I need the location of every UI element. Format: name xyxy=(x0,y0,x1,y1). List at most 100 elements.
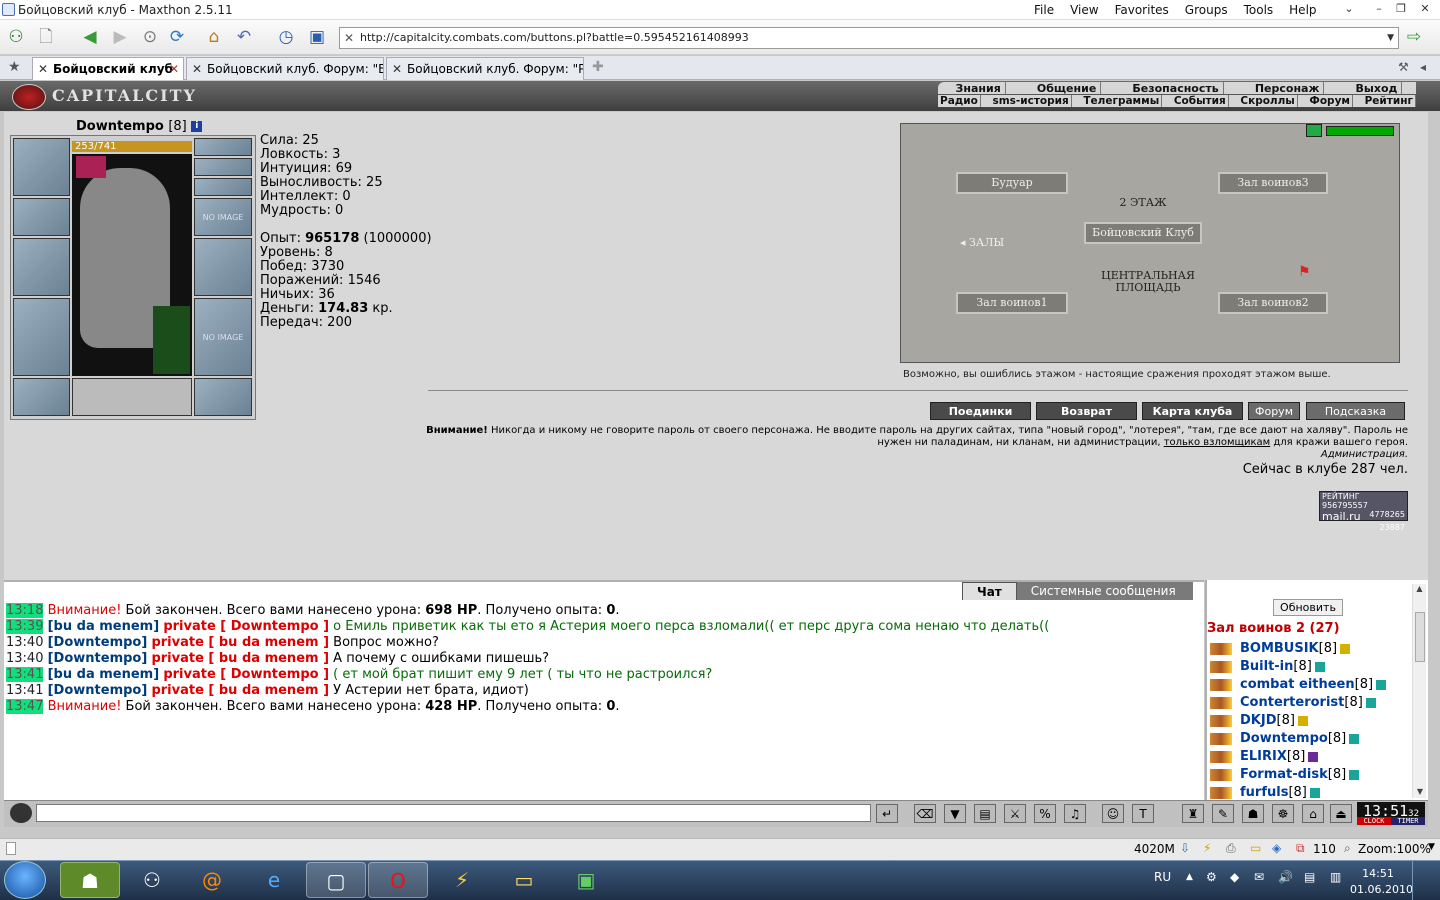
user-list-item[interactable]: ELIRIX[8] xyxy=(1210,748,1386,766)
gloves-slot[interactable]: NO IMAGE xyxy=(194,198,252,236)
address-bar[interactable]: ✕ http://capitalcity.combats.com/buttons… xyxy=(339,27,1399,49)
user-info-icon[interactable] xyxy=(1365,697,1376,708)
tray-expand-icon[interactable]: ▲ xyxy=(1186,872,1193,882)
room-boycovskiy-klub[interactable]: Бойцовский Клуб xyxy=(1084,222,1202,244)
chat-nick[interactable]: [bu da menem] xyxy=(48,619,160,634)
rune-icon[interactable] xyxy=(76,156,106,178)
private-message-icon[interactable] xyxy=(1210,750,1232,763)
menu-view[interactable]: View xyxy=(1070,3,1098,17)
user-list-item[interactable]: Downtempo[8] xyxy=(1210,730,1386,748)
vozvrat-button[interactable]: Возврат xyxy=(1036,402,1137,420)
nav-forum[interactable]: Форум xyxy=(1307,95,1353,107)
exit-icon[interactable]: ⏏ xyxy=(1330,804,1352,823)
private-message-icon[interactable] xyxy=(1210,732,1232,745)
filter-icon[interactable]: ▼ xyxy=(944,804,966,823)
send-icon[interactable]: ↵ xyxy=(876,804,898,823)
chat-timestamp[interactable]: 13:40 xyxy=(6,651,43,666)
proxy-icon[interactable]: ◈ xyxy=(1272,841,1281,855)
tray-shield-icon[interactable]: ◆ xyxy=(1230,870,1239,884)
bottle-icon[interactable]: ♜ xyxy=(1182,804,1204,823)
popup-blocker-icon[interactable]: ⧉ xyxy=(1296,841,1305,856)
nav-znaniya[interactable]: Знания xyxy=(952,82,1006,95)
user-list-item[interactable]: combat eitheen[8] xyxy=(1210,676,1387,694)
tab-system-messages[interactable]: Системные сообщения xyxy=(1016,582,1193,600)
room-central-square[interactable]: ЦЕНТРАЛЬНАЯ ПЛОЩАДЬ xyxy=(1092,270,1204,294)
chat-input[interactable] xyxy=(36,804,871,822)
chat-private-tag[interactable]: private [ Downtempo ] xyxy=(163,667,329,682)
user-info-icon[interactable] xyxy=(1349,733,1360,744)
private-message-icon[interactable] xyxy=(1210,642,1232,655)
nav-vyhod[interactable]: Выход xyxy=(1352,82,1403,95)
karta-kluba-button[interactable]: Карта клуба xyxy=(1142,402,1243,420)
user-info-icon[interactable] xyxy=(1308,751,1319,762)
star-icon[interactable]: ★ xyxy=(8,59,21,75)
user-info-icon[interactable] xyxy=(1376,679,1387,690)
nav-personazh[interactable]: Персонаж xyxy=(1251,82,1325,95)
home-icon[interactable]: ⌂ xyxy=(202,26,226,48)
translit-icon[interactable]: T xyxy=(1132,804,1154,823)
user-list-item[interactable]: BOMBUSIK[8] xyxy=(1210,640,1386,658)
user-list-item[interactable]: Built-in[8] xyxy=(1210,658,1386,676)
folder-icon[interactable]: ▭ xyxy=(1250,841,1261,855)
smile-icon[interactable]: ☺ xyxy=(1102,804,1124,823)
scrollbar[interactable]: ▲ ▼ xyxy=(1412,584,1426,798)
menu-favorites[interactable]: Favorites xyxy=(1115,3,1169,17)
guild-icon[interactable]: ☸ xyxy=(1272,804,1294,823)
taskbar-monitor-icon[interactable]: ▣ xyxy=(556,862,616,898)
belt-slot-icon[interactable] xyxy=(13,378,70,416)
tray-network-icon[interactable]: ▤ xyxy=(1304,870,1315,884)
network-icon[interactable]: ▥ xyxy=(1330,870,1341,884)
refresh-button[interactable]: Обновить xyxy=(1273,599,1343,616)
clear-icon[interactable]: ⌫ xyxy=(914,804,936,823)
download-icon[interactable]: ⇩ xyxy=(1180,841,1190,855)
new-tab-icon[interactable]: ✚ xyxy=(592,59,604,75)
weapon-left-slot-icon[interactable] xyxy=(13,238,70,296)
scroll-down-icon[interactable]: ▼ xyxy=(1413,787,1427,796)
tab-2[interactable]: ✕ Бойцовский клуб. Форум: "Б... xyxy=(186,57,384,80)
user-info-icon[interactable] xyxy=(1314,661,1325,672)
undo-icon[interactable]: ↶ xyxy=(232,26,256,48)
lightning-icon[interactable]: ⚡ xyxy=(1203,841,1211,855)
close-tab-icon[interactable]: ✕ xyxy=(169,58,179,80)
room-zal-voinov3[interactable]: Зал воинов3 xyxy=(1218,172,1328,194)
bracers-slot-icon[interactable] xyxy=(13,198,70,236)
boots-slot-icon[interactable] xyxy=(194,378,252,416)
map-refresh-icon[interactable] xyxy=(1306,124,1322,137)
user-list-item[interactable]: DKJD[8] xyxy=(1210,712,1386,730)
private-message-icon[interactable] xyxy=(1210,714,1232,727)
menu-groups[interactable]: Groups xyxy=(1185,3,1228,17)
chat-nick[interactable]: [Downtempo] xyxy=(48,635,148,650)
show-desktop-button[interactable] xyxy=(1412,860,1440,900)
tabs-menu-icon[interactable]: ◂ xyxy=(1420,60,1426,74)
amulet-slot-icon[interactable] xyxy=(194,158,252,176)
chat-timestamp[interactable]: 13:47 xyxy=(6,699,44,714)
restore-button[interactable]: ❐ xyxy=(1392,2,1410,16)
nav-telegrammy[interactable]: Телеграммы xyxy=(1081,95,1163,107)
taskbar-ie-icon[interactable]: e xyxy=(244,862,304,898)
screen-icon[interactable]: ▣ xyxy=(305,26,329,48)
private-message-icon[interactable] xyxy=(1210,678,1232,691)
private-message-icon[interactable] xyxy=(1210,786,1232,799)
tray-agent-icon[interactable]: ✉ xyxy=(1254,870,1264,884)
nav-obshenie[interactable]: Общение xyxy=(1033,82,1102,95)
user-info-icon[interactable] xyxy=(1340,643,1351,654)
zoom-level[interactable]: Zoom:100% xyxy=(1358,842,1431,856)
close-window-button[interactable]: ✕ xyxy=(1416,2,1434,16)
user-name[interactable]: combat eitheen xyxy=(1240,677,1355,692)
menu-help[interactable]: Help xyxy=(1289,3,1316,17)
refresh-icon[interactable]: ⟳ xyxy=(165,26,189,48)
forum-button[interactable]: Форум xyxy=(1248,402,1300,420)
user-name[interactable]: DKJD xyxy=(1240,713,1277,728)
taskbar-people-icon[interactable]: ⚇ xyxy=(122,862,182,898)
nav-radio[interactable]: Радио xyxy=(938,95,981,107)
percent-icon[interactable]: % xyxy=(1034,804,1056,823)
warning-link[interactable]: только взломщикам xyxy=(1164,437,1270,448)
history-clock-icon[interactable]: ◷ xyxy=(274,26,298,48)
user-name[interactable]: Built-in xyxy=(1240,659,1293,674)
shield-slot[interactable]: NO IMAGE xyxy=(194,298,252,376)
room-zaly[interactable]: ◂ ЗАЛЫ xyxy=(960,236,1004,249)
nav-scrolly[interactable]: Скроллы xyxy=(1238,95,1298,107)
pet-icon[interactable] xyxy=(153,306,190,374)
tab-3[interactable]: ✕ Бойцовский клуб. Форум: "Р... xyxy=(386,57,584,80)
chat-timestamp[interactable]: 13:18 xyxy=(6,603,44,618)
